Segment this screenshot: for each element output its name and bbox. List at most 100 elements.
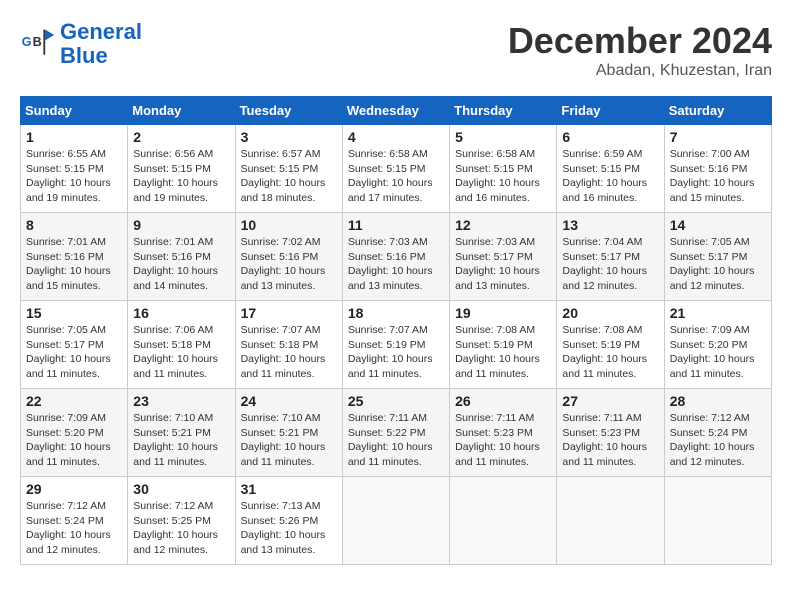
day-number: 13 <box>562 217 658 233</box>
weekday-header: Tuesday <box>235 97 342 125</box>
calendar-week-row: 15 Sunrise: 7:05 AM Sunset: 5:17 PM Dayl… <box>21 301 772 389</box>
day-info: Sunrise: 6:56 AM Sunset: 5:15 PM Dayligh… <box>133 147 229 206</box>
logo: G B General Blue <box>20 20 142 68</box>
calendar-cell: 9 Sunrise: 7:01 AM Sunset: 5:16 PM Dayli… <box>128 213 235 301</box>
day-info: Sunrise: 7:00 AM Sunset: 5:16 PM Dayligh… <box>670 147 766 206</box>
day-info: Sunrise: 6:55 AM Sunset: 5:15 PM Dayligh… <box>26 147 122 206</box>
weekday-header: Saturday <box>664 97 771 125</box>
day-info: Sunrise: 7:05 AM Sunset: 5:17 PM Dayligh… <box>26 323 122 382</box>
calendar-cell <box>664 477 771 565</box>
calendar-cell: 14 Sunrise: 7:05 AM Sunset: 5:17 PM Dayl… <box>664 213 771 301</box>
day-number: 2 <box>133 129 229 145</box>
day-number: 12 <box>455 217 551 233</box>
calendar-cell <box>557 477 664 565</box>
day-info: Sunrise: 7:05 AM Sunset: 5:17 PM Dayligh… <box>670 235 766 294</box>
day-info: Sunrise: 7:10 AM Sunset: 5:21 PM Dayligh… <box>241 411 337 470</box>
day-number: 29 <box>26 481 122 497</box>
day-info: Sunrise: 6:57 AM Sunset: 5:15 PM Dayligh… <box>241 147 337 206</box>
day-info: Sunrise: 7:01 AM Sunset: 5:16 PM Dayligh… <box>133 235 229 294</box>
day-info: Sunrise: 7:11 AM Sunset: 5:23 PM Dayligh… <box>562 411 658 470</box>
day-info: Sunrise: 7:04 AM Sunset: 5:17 PM Dayligh… <box>562 235 658 294</box>
calendar-cell: 28 Sunrise: 7:12 AM Sunset: 5:24 PM Dayl… <box>664 389 771 477</box>
calendar-cell: 5 Sunrise: 6:58 AM Sunset: 5:15 PM Dayli… <box>450 125 557 213</box>
calendar-cell: 30 Sunrise: 7:12 AM Sunset: 5:25 PM Dayl… <box>128 477 235 565</box>
day-number: 14 <box>670 217 766 233</box>
calendar-cell: 26 Sunrise: 7:11 AM Sunset: 5:23 PM Dayl… <box>450 389 557 477</box>
day-number: 28 <box>670 393 766 409</box>
calendar-cell: 19 Sunrise: 7:08 AM Sunset: 5:19 PM Dayl… <box>450 301 557 389</box>
weekday-header: Thursday <box>450 97 557 125</box>
day-number: 7 <box>670 129 766 145</box>
calendar-cell: 24 Sunrise: 7:10 AM Sunset: 5:21 PM Dayl… <box>235 389 342 477</box>
day-number: 23 <box>133 393 229 409</box>
day-number: 11 <box>348 217 444 233</box>
day-number: 16 <box>133 305 229 321</box>
day-info: Sunrise: 7:03 AM Sunset: 5:16 PM Dayligh… <box>348 235 444 294</box>
calendar-header-row: SundayMondayTuesdayWednesdayThursdayFrid… <box>21 97 772 125</box>
calendar-cell: 21 Sunrise: 7:09 AM Sunset: 5:20 PM Dayl… <box>664 301 771 389</box>
svg-text:B: B <box>33 35 42 49</box>
day-info: Sunrise: 6:59 AM Sunset: 5:15 PM Dayligh… <box>562 147 658 206</box>
calendar-cell: 31 Sunrise: 7:13 AM Sunset: 5:26 PM Dayl… <box>235 477 342 565</box>
calendar-week-row: 22 Sunrise: 7:09 AM Sunset: 5:20 PM Dayl… <box>21 389 772 477</box>
calendar-cell: 17 Sunrise: 7:07 AM Sunset: 5:18 PM Dayl… <box>235 301 342 389</box>
day-info: Sunrise: 7:09 AM Sunset: 5:20 PM Dayligh… <box>670 323 766 382</box>
day-number: 30 <box>133 481 229 497</box>
day-number: 18 <box>348 305 444 321</box>
calendar-cell <box>450 477 557 565</box>
day-number: 22 <box>26 393 122 409</box>
calendar-cell: 29 Sunrise: 7:12 AM Sunset: 5:24 PM Dayl… <box>21 477 128 565</box>
weekday-header: Monday <box>128 97 235 125</box>
calendar-cell: 10 Sunrise: 7:02 AM Sunset: 5:16 PM Dayl… <box>235 213 342 301</box>
calendar-cell: 13 Sunrise: 7:04 AM Sunset: 5:17 PM Dayl… <box>557 213 664 301</box>
weekday-header: Wednesday <box>342 97 449 125</box>
calendar-week-row: 29 Sunrise: 7:12 AM Sunset: 5:24 PM Dayl… <box>21 477 772 565</box>
month-title: December 2024 <box>508 20 772 62</box>
day-number: 26 <box>455 393 551 409</box>
day-number: 21 <box>670 305 766 321</box>
day-info: Sunrise: 6:58 AM Sunset: 5:15 PM Dayligh… <box>348 147 444 206</box>
day-info: Sunrise: 7:12 AM Sunset: 5:24 PM Dayligh… <box>670 411 766 470</box>
day-number: 25 <box>348 393 444 409</box>
day-info: Sunrise: 7:02 AM Sunset: 5:16 PM Dayligh… <box>241 235 337 294</box>
logo-text: General Blue <box>60 20 142 68</box>
svg-text:G: G <box>22 35 32 49</box>
calendar-cell: 20 Sunrise: 7:08 AM Sunset: 5:19 PM Dayl… <box>557 301 664 389</box>
day-number: 9 <box>133 217 229 233</box>
calendar-cell: 11 Sunrise: 7:03 AM Sunset: 5:16 PM Dayl… <box>342 213 449 301</box>
calendar-cell: 4 Sunrise: 6:58 AM Sunset: 5:15 PM Dayli… <box>342 125 449 213</box>
day-info: Sunrise: 7:08 AM Sunset: 5:19 PM Dayligh… <box>562 323 658 382</box>
calendar-cell: 25 Sunrise: 7:11 AM Sunset: 5:22 PM Dayl… <box>342 389 449 477</box>
day-number: 24 <box>241 393 337 409</box>
calendar-cell: 16 Sunrise: 7:06 AM Sunset: 5:18 PM Dayl… <box>128 301 235 389</box>
day-info: Sunrise: 7:07 AM Sunset: 5:19 PM Dayligh… <box>348 323 444 382</box>
calendar-cell: 27 Sunrise: 7:11 AM Sunset: 5:23 PM Dayl… <box>557 389 664 477</box>
weekday-header: Friday <box>557 97 664 125</box>
day-info: Sunrise: 7:09 AM Sunset: 5:20 PM Dayligh… <box>26 411 122 470</box>
calendar-cell <box>342 477 449 565</box>
day-number: 10 <box>241 217 337 233</box>
day-info: Sunrise: 7:08 AM Sunset: 5:19 PM Dayligh… <box>455 323 551 382</box>
calendar-cell: 7 Sunrise: 7:00 AM Sunset: 5:16 PM Dayli… <box>664 125 771 213</box>
day-number: 3 <box>241 129 337 145</box>
day-number: 4 <box>348 129 444 145</box>
page-header: G B General Blue December 2024 Abadan, K… <box>20 20 772 80</box>
day-info: Sunrise: 7:10 AM Sunset: 5:21 PM Dayligh… <box>133 411 229 470</box>
day-info: Sunrise: 7:11 AM Sunset: 5:22 PM Dayligh… <box>348 411 444 470</box>
day-number: 6 <box>562 129 658 145</box>
day-number: 17 <box>241 305 337 321</box>
day-info: Sunrise: 7:13 AM Sunset: 5:26 PM Dayligh… <box>241 499 337 558</box>
calendar-cell: 18 Sunrise: 7:07 AM Sunset: 5:19 PM Dayl… <box>342 301 449 389</box>
day-number: 1 <box>26 129 122 145</box>
day-info: Sunrise: 7:11 AM Sunset: 5:23 PM Dayligh… <box>455 411 551 470</box>
day-number: 15 <box>26 305 122 321</box>
day-number: 31 <box>241 481 337 497</box>
logo-icon: G B <box>20 26 56 62</box>
calendar-cell: 2 Sunrise: 6:56 AM Sunset: 5:15 PM Dayli… <box>128 125 235 213</box>
calendar-cell: 12 Sunrise: 7:03 AM Sunset: 5:17 PM Dayl… <box>450 213 557 301</box>
calendar-cell: 3 Sunrise: 6:57 AM Sunset: 5:15 PM Dayli… <box>235 125 342 213</box>
calendar-week-row: 1 Sunrise: 6:55 AM Sunset: 5:15 PM Dayli… <box>21 125 772 213</box>
day-info: Sunrise: 7:07 AM Sunset: 5:18 PM Dayligh… <box>241 323 337 382</box>
day-info: Sunrise: 7:12 AM Sunset: 5:24 PM Dayligh… <box>26 499 122 558</box>
day-number: 8 <box>26 217 122 233</box>
